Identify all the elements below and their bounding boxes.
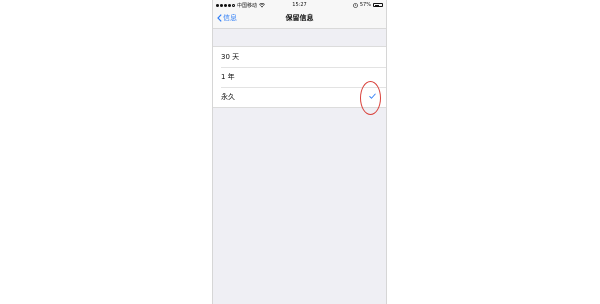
battery-percent: 57%: [359, 2, 371, 8]
phone-screen: 中国移动 15:27 57% 信息 保留信息 30 天 1 年 永久: [212, 0, 387, 304]
navigation-bar: 信息 保留信息: [213, 9, 386, 29]
option-label: 永久: [221, 93, 235, 101]
annotation-circle: [360, 81, 381, 115]
option-label: 30 天: [221, 53, 240, 61]
alarm-icon: [353, 2, 358, 8]
battery-icon: [373, 3, 383, 7]
option-1-year[interactable]: 1 年: [213, 67, 386, 87]
option-label: 1 年: [221, 73, 235, 81]
battery-fill: [374, 4, 380, 6]
status-bar-right: 57%: [353, 2, 383, 8]
option-30-days[interactable]: 30 天: [213, 47, 386, 67]
status-bar: 中国移动 15:27 57%: [213, 0, 386, 9]
page-title: 保留信息: [285, 14, 314, 22]
